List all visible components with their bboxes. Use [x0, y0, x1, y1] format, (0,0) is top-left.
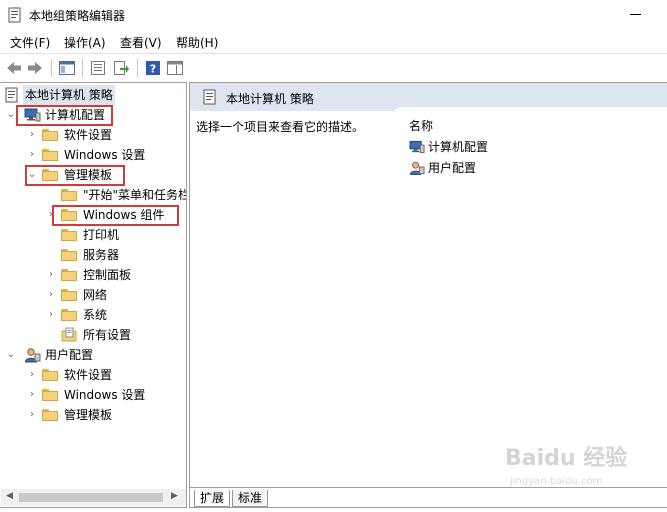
tree-item-uc-software[interactable]: › 软件设置	[0, 365, 186, 385]
chevron-right-icon[interactable]: ›	[27, 125, 37, 145]
highlight-box-admin-templates	[25, 165, 125, 186]
watermark-url: jingyan.baidu.com	[510, 476, 603, 487]
tree-item-control-panel[interactable]: › 控制面板	[0, 265, 186, 285]
tree-item-uc-admin[interactable]: › 管理模板	[0, 405, 186, 425]
highlight-box-windows-components	[52, 205, 179, 226]
chevron-down-icon[interactable]: ⌄	[6, 105, 16, 125]
properties-icon[interactable]	[89, 59, 107, 77]
chevron-right-icon[interactable]: ›	[27, 365, 37, 385]
menu-help[interactable]: 帮助(H)	[176, 34, 218, 51]
tree-label: "开始"菜单和任务栏	[83, 188, 187, 202]
list-item-label: 计算机配置	[428, 140, 489, 154]
title-bar: 本地组策略编辑器	[0, 0, 667, 30]
tree-label: 服务器	[83, 248, 120, 262]
help-icon[interactable]: ?	[144, 59, 162, 77]
highlight-box-computer-config	[16, 105, 113, 126]
folder-icon	[61, 289, 77, 301]
tree-item-start-menu[interactable]: "开始"菜单和任务栏	[0, 185, 187, 205]
tree-label: 控制面板	[83, 268, 132, 282]
description-text: 选择一个项目来查看它的描述。	[196, 120, 365, 134]
policy-editor-icon	[8, 7, 21, 23]
tree-label: 用户配置	[45, 348, 94, 362]
folder-icon	[61, 189, 77, 201]
tree-item-network[interactable]: › 网络	[0, 285, 186, 305]
tree-label: 系统	[83, 308, 108, 322]
user-icon	[24, 348, 41, 363]
menu-bar: 文件(F) 操作(A) 查看(V) 帮助(H)	[0, 31, 667, 52]
scrollbar-thumb[interactable]	[19, 493, 163, 502]
back-arrow-icon[interactable]	[5, 59, 23, 77]
toolbar-separator	[51, 59, 52, 77]
tree-item-uc-windows[interactable]: › Windows 设置	[0, 385, 186, 405]
tree-root-label: 本地计算机 策略	[23, 85, 115, 105]
tree-item-server[interactable]: 服务器	[0, 245, 186, 265]
horizontal-scrollbar[interactable]: ◀ ▶	[1, 489, 186, 506]
tree-item-printers[interactable]: 打印机	[0, 225, 186, 245]
details-header-title: 本地计算机 策略	[226, 92, 314, 106]
toolbar-separator	[137, 59, 138, 77]
show-tree-icon[interactable]	[58, 59, 76, 77]
user-icon	[409, 161, 425, 176]
tree-label: 打印机	[83, 228, 120, 242]
tree-label: 管理模板	[64, 408, 113, 422]
tree-label: 所有设置	[83, 328, 132, 342]
chevron-right-icon[interactable]: ›	[27, 405, 37, 425]
chevron-down-icon[interactable]: ⌄	[6, 345, 16, 365]
tab-standard[interactable]: 标准	[232, 490, 269, 507]
tree-label: 软件设置	[64, 128, 113, 142]
folder-icon	[61, 249, 77, 261]
toolbar: ?	[0, 53, 667, 80]
forward-arrow-icon[interactable]	[26, 59, 44, 77]
tree-label: Windows 设置	[64, 148, 146, 162]
chevron-right-icon[interactable]: ›	[27, 145, 37, 165]
chevron-right-icon[interactable]: ›	[46, 265, 56, 285]
tree-item-user-config[interactable]: ⌄ 用户配置	[0, 345, 186, 365]
tree-item-cc-windows[interactable]: › Windows 设置	[0, 145, 186, 165]
tree-item-all-settings[interactable]: 所有设置	[0, 325, 186, 345]
folder-icon	[42, 149, 58, 161]
watermark-text: Baidu 经验	[505, 446, 628, 471]
folder-icon	[61, 229, 77, 241]
tree-pane: 本地计算机 策略 ⌄ 计算机配置 › 软件设置 › Windows 设置 ⌄ 管…	[0, 82, 187, 508]
toolbar-separator	[82, 59, 83, 77]
policy-document-icon	[5, 87, 18, 103]
menu-file[interactable]: 文件(F)	[10, 34, 50, 51]
minimize-icon[interactable]	[630, 14, 641, 15]
folder-icon	[42, 389, 58, 401]
folder-icon	[42, 129, 58, 141]
scroll-right-icon[interactable]: ▶	[171, 491, 178, 501]
export-list-icon[interactable]	[112, 59, 130, 77]
scroll-left-icon[interactable]: ◀	[6, 491, 13, 501]
tree-item-cc-software[interactable]: › 软件设置	[0, 125, 186, 145]
chevron-right-icon[interactable]: ›	[46, 305, 56, 325]
chevron-right-icon[interactable]: ›	[27, 385, 37, 405]
items-list: 名称 计算机配置 用户配置	[392, 107, 667, 487]
policy-document-icon	[203, 89, 216, 105]
svg-text:?: ?	[150, 63, 156, 76]
tree-label: Windows 设置	[64, 388, 146, 402]
menu-view[interactable]: 查看(V)	[120, 34, 162, 51]
list-item-label: 用户配置	[428, 161, 477, 175]
all-settings-icon	[61, 327, 77, 342]
folder-icon	[42, 369, 58, 381]
folder-icon	[61, 269, 77, 281]
tree-item-system[interactable]: › 系统	[0, 305, 186, 325]
baidu-watermark: Baidu 经验 jingyan.baidu.com	[505, 440, 635, 500]
menu-action[interactable]: 操作(A)	[64, 34, 106, 51]
column-header-name[interactable]: 名称	[409, 117, 433, 134]
folder-icon	[42, 409, 58, 421]
computer-icon	[409, 140, 425, 154]
folder-icon	[61, 309, 77, 321]
tab-extended[interactable]: 扩展	[194, 490, 231, 507]
chevron-right-icon[interactable]: ›	[46, 285, 56, 305]
show-pane-icon[interactable]	[166, 59, 184, 77]
window-title: 本地组策略编辑器	[29, 9, 126, 23]
tree-label: 网络	[83, 288, 108, 302]
tree-label: 软件设置	[64, 368, 113, 382]
tree-root[interactable]: 本地计算机 策略	[0, 85, 118, 105]
